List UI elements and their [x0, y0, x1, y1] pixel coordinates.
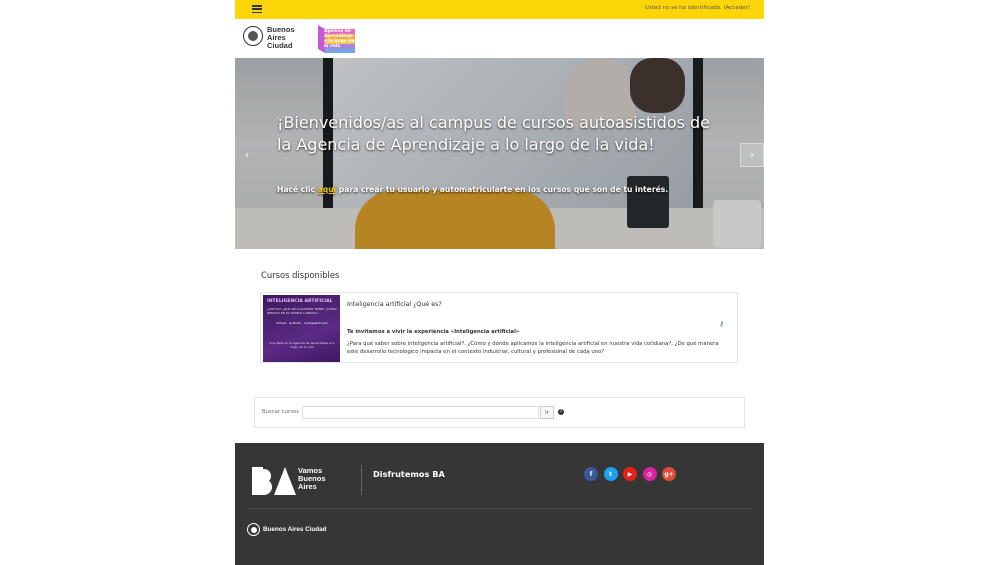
course-image-footer: Inscribite en la Agencia de Aprendizaje …: [269, 341, 335, 349]
course-name-link[interactable]: Inteligencia artificial ¿Qué es?: [347, 301, 442, 308]
vba-text: Vamos Buenos Aires: [298, 466, 326, 491]
login-link[interactable]: (Acceder): [723, 5, 750, 11]
ba-logo[interactable]: [252, 467, 298, 495]
footer-tagline: Disfrutemos BA: [373, 469, 445, 479]
carousel-next-button[interactable]: ›: [740, 143, 764, 167]
question-circle-icon[interactable]: ?: [558, 409, 564, 415]
chevron-right-icon: ›: [750, 149, 754, 161]
course-image-title: INTELIGENCIA ARTIFICIAL: [267, 299, 333, 304]
hero-subtitle-start: Hacé clic: [277, 185, 318, 194]
city-logo-text: Buenos Aires Ciudad: [267, 25, 295, 50]
key-icon: ⚷: [719, 320, 725, 328]
course-summary: ¿Para qué saber sobre inteligencia artif…: [347, 341, 719, 355]
course-search: Buscar cursos Ir ?: [254, 397, 745, 428]
course-summary-lead: Te invitamos a vivir la experiencia «Int…: [347, 329, 520, 335]
hero-subtitle-end: para crear tu usuario y automatricularte…: [336, 185, 669, 194]
hero-subtitle: Hacé clic aquí para crear tu usuario y a…: [277, 185, 737, 194]
page: Usted no se ha identificado. (Acceder) B…: [235, 0, 764, 565]
youtube-icon[interactable]: ▶: [623, 467, 637, 481]
google-plus-icon[interactable]: g+: [662, 467, 676, 481]
login-text: Usted no se ha identificado.: [644, 5, 722, 11]
course-image-subtitle: ¿QUÉ ES? ¿QUÉ APLICACIONES TIENE? ¿CÓMO …: [267, 307, 337, 315]
header: Buenos Aires Ciudad Agencia de Aprendiza…: [235, 19, 764, 58]
chevron-left-icon: ‹: [245, 149, 249, 161]
hero-carousel: ¡Bienvenidos/as al campus de cursos auto…: [235, 58, 764, 249]
course-image-modality: Virtual · Gratuito · Autogestionado: [276, 321, 328, 325]
footer-separator: [247, 508, 752, 509]
carousel-prev-button[interactable]: ‹: [235, 143, 259, 167]
search-label: Buscar cursos: [262, 409, 299, 415]
agency-logo-text: Agencia de Aprendizaje a lo largo de la …: [324, 29, 355, 49]
twitter-icon[interactable]: t: [603, 467, 618, 481]
course-card: INTELIGENCIA ARTIFICIAL ¿QUÉ ES? ¿QUÉ AP…: [260, 292, 738, 363]
login-status: Usted no se ha identificado. (Acceder): [645, 5, 750, 11]
city-seal-icon: [243, 26, 263, 46]
courses-section-title: Cursos disponibles: [261, 270, 340, 280]
footer-divider: [361, 465, 362, 495]
social-links: f t ▶ ◎ g+: [584, 467, 682, 481]
menu-icon[interactable]: [252, 5, 262, 14]
search-button[interactable]: Ir: [540, 406, 554, 419]
hero-title: ¡Bienvenidos/as al campus de cursos auto…: [277, 113, 711, 154]
footer: Vamos Buenos Aires Disfrutemos BA f t ▶ …: [235, 443, 764, 565]
top-bar: Usted no se ha identificado. (Acceder): [235, 0, 764, 19]
instagram-icon[interactable]: ◎: [642, 467, 657, 481]
search-input[interactable]: [302, 406, 539, 419]
signup-link[interactable]: aquí: [318, 185, 337, 194]
city-seal-icon: [247, 523, 260, 536]
footer-city-text[interactable]: Buenos Aires Ciudad: [263, 526, 326, 533]
facebook-icon[interactable]: f: [584, 467, 598, 481]
course-image[interactable]: INTELIGENCIA ARTIFICIAL ¿QUÉ ES? ¿QUÉ AP…: [263, 295, 340, 362]
